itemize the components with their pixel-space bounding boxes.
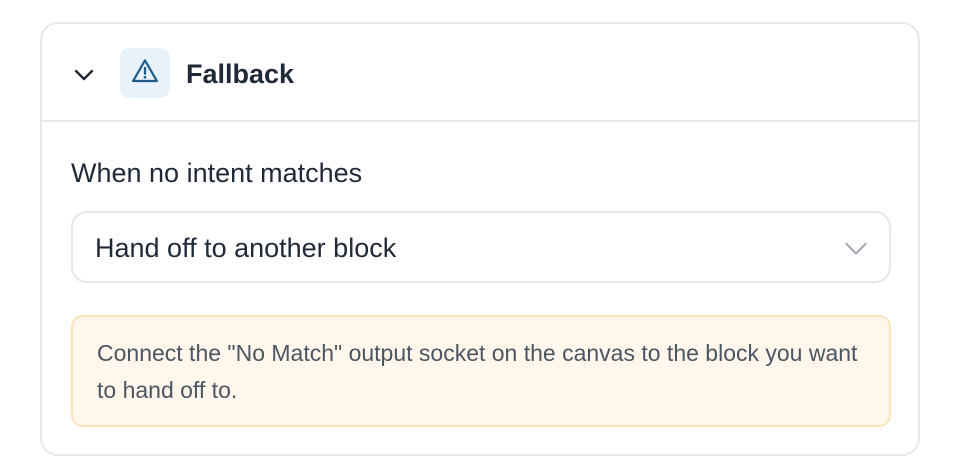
fallback-section-card: Fallback When no intent matches Hand off…	[40, 22, 920, 456]
section-title: Fallback	[186, 59, 295, 89]
warning-icon-tile	[120, 48, 170, 98]
warning-triangle-icon	[130, 56, 160, 91]
select-value: Hand off to another block	[95, 233, 397, 263]
fallback-field-label: When no intent matches	[71, 158, 363, 188]
notice-text: Connect the "No Match" output socket on …	[97, 340, 858, 403]
fallback-action-select[interactable]: Hand off to another block	[71, 211, 891, 283]
chevron-down-icon	[843, 235, 869, 261]
fallback-notice: Connect the "No Match" output socket on …	[71, 315, 891, 427]
section-header[interactable]: Fallback	[42, 24, 918, 122]
chevron-down-icon[interactable]	[70, 61, 98, 89]
